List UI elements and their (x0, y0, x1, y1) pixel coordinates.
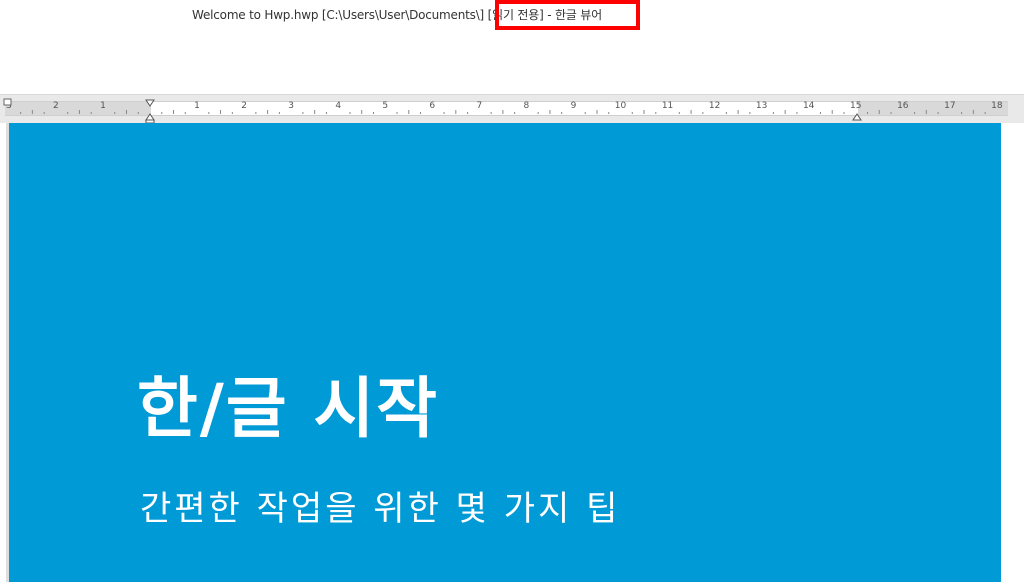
title-highlight-box (495, 0, 640, 30)
document-area[interactable]: 한/글 시작 간편한 작업을 위한 몇 가지 팁 (0, 123, 1024, 582)
horizontal-ruler[interactable]: 3 2 1 1 2 3 4 5 6 7 8 9 10 11 12 13 14 15 16 17 18 (0, 95, 1024, 123)
hwp-viewer-window: Welcome to Hwp.hwp [C:\Users\User\Docume… (0, 0, 1024, 582)
toolbar-area (0, 30, 1024, 95)
cover-page: 한/글 시작 간편한 작업을 위한 몇 가지 팁 (9, 123, 1001, 582)
cover-title: 한/글 시작 (137, 370, 439, 447)
ruler-markers (3, 98, 862, 123)
first-line-indent-marker (145, 99, 155, 107)
left-indent-marker (145, 113, 155, 121)
right-indent-marker (852, 113, 862, 121)
window-title-path: Welcome to Hwp.hwp [C:\Users\User\Docume… (192, 8, 480, 22)
cover-subtitle: 간편한 작업을 위한 몇 가지 팁 (140, 489, 621, 529)
title-bar[interactable]: Welcome to Hwp.hwp [C:\Users\User\Docume… (0, 0, 1024, 30)
tab-selector (3, 98, 12, 106)
